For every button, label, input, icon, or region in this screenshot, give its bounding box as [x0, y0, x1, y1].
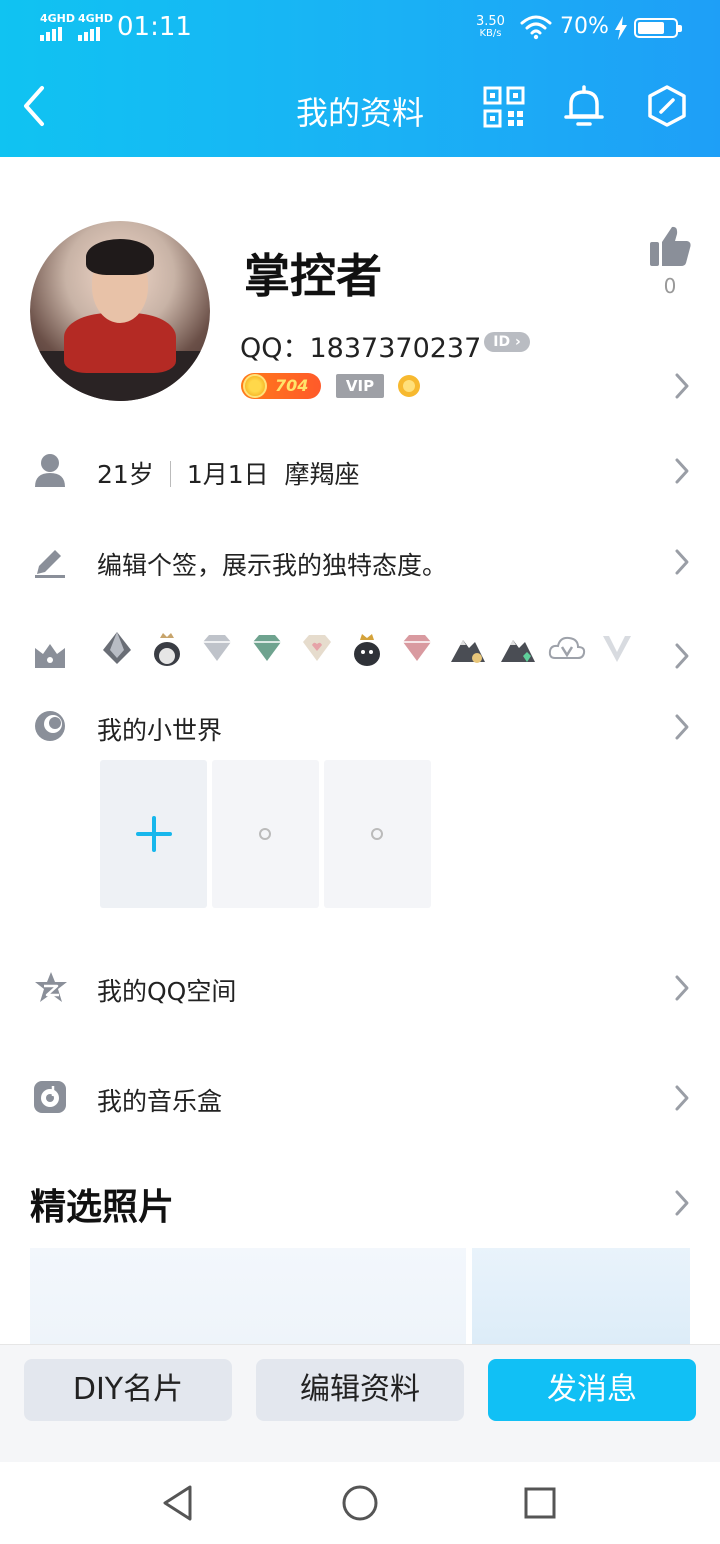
thumbs-up-icon[interactable] [648, 224, 692, 268]
status-time: 01:11 [117, 12, 192, 42]
app-header: 4GHD 4GHD 01:11 3.50 KB/s 70% 我的资料 [0, 0, 720, 157]
nav-bar: 我的资料 [0, 58, 720, 157]
v-wing-badge-icon [603, 636, 631, 662]
sun-badge-icon[interactable] [396, 373, 422, 399]
diamond-pink-icon [403, 635, 431, 661]
birthday-text: 1月1日 [186, 460, 269, 489]
qzone-chevron-icon[interactable] [674, 974, 690, 1002]
system-nav-bar [0, 1462, 720, 1544]
music-box-icon [34, 1081, 66, 1113]
nickname: 掌控者 [244, 249, 382, 303]
penguin-crown-badge-icon [154, 633, 180, 666]
loading-icon [371, 828, 383, 840]
vip-badge[interactable]: VIP [336, 374, 384, 398]
speed-unit: KB/s [479, 28, 502, 39]
featured-photo[interactable] [30, 1248, 466, 1348]
signature-chevron-icon[interactable] [674, 548, 690, 576]
signal-indicator-2: 4GHD [78, 12, 114, 41]
edit-profile-button[interactable]: 编辑资料 [256, 1359, 464, 1421]
bell-icon[interactable] [563, 84, 605, 128]
level-number: 704 [275, 376, 309, 395]
age-text: 21岁 [97, 460, 154, 489]
featured-photo[interactable] [472, 1248, 690, 1348]
crown-icon [35, 644, 65, 668]
mountain-badge-icon [451, 640, 485, 663]
nav-recents-icon[interactable] [523, 1486, 557, 1520]
coin-icon [243, 374, 267, 398]
small-world-row[interactable]: 我的小世界 [97, 711, 222, 747]
loading-icon [259, 828, 271, 840]
small-world-tiles [100, 760, 431, 908]
diamond-green-icon [253, 635, 281, 661]
small-world-icon [35, 711, 65, 741]
qr-code-icon[interactable] [483, 86, 525, 128]
signal-bars-icon [40, 27, 75, 41]
level-badge[interactable]: 704 [241, 373, 321, 399]
cloud-v-badge-icon [548, 636, 586, 659]
divider [169, 461, 171, 487]
signal-label: 4GHD [40, 12, 76, 25]
small-world-post[interactable] [212, 760, 319, 908]
wifi-icon [520, 15, 552, 40]
diy-card-button[interactable]: DIY名片 [24, 1359, 232, 1421]
qq-number: QQ：1837370237 [240, 333, 482, 364]
qzone-row[interactable]: 我的QQ空间 [97, 972, 236, 1008]
diamond-heart-icon [303, 635, 331, 661]
nav-back-icon[interactable] [160, 1484, 196, 1522]
qzone-star-icon [35, 972, 67, 1002]
signal-bars-icon [78, 27, 113, 41]
send-message-button[interactable]: 发消息 [488, 1359, 696, 1421]
avatar[interactable] [30, 221, 210, 401]
music-box-row[interactable]: 我的音乐盒 [97, 1082, 222, 1118]
hexagon-icon[interactable] [646, 84, 688, 128]
personal-info-row[interactable]: 21岁 1月1日 摩羯座 [97, 455, 360, 491]
status-bar: 4GHD 4GHD 01:11 3.50 KB/s 70% [0, 0, 720, 58]
network-speed: 3.50 KB/s [476, 14, 505, 40]
small-world-post[interactable] [324, 760, 431, 908]
constellation-text: 摩羯座 [284, 460, 360, 489]
mountain-diamond-badge-icon [501, 640, 535, 662]
bottom-action-bar: DIY名片 编辑资料 发消息 [0, 1344, 720, 1462]
signal-label: 4GHD [78, 12, 114, 25]
small-world-chevron-icon[interactable] [674, 713, 690, 741]
battery-percent: 70% [560, 14, 609, 39]
nav-home-icon[interactable] [341, 1484, 379, 1522]
id-badge-label: ID [493, 334, 511, 350]
featured-photos-chevron-icon[interactable] [674, 1189, 690, 1217]
music-box-chevron-icon[interactable] [674, 1084, 690, 1112]
signature-row[interactable]: 编辑个签，展示我的独特态度。 [97, 546, 447, 582]
personal-info-chevron-icon[interactable] [674, 457, 690, 485]
person-icon [35, 454, 65, 487]
signal-indicator-1: 4GHD [40, 12, 76, 41]
page-title: 我的资料 [295, 94, 424, 132]
profile-chevron-right-icon[interactable] [674, 372, 690, 400]
featured-photos-title: 精选照片 [30, 1187, 175, 1228]
badges-chevron-icon[interactable] [674, 642, 690, 670]
speed-value: 3.50 [476, 14, 505, 29]
badge-list[interactable] [97, 628, 637, 668]
id-badge[interactable]: ID › [484, 332, 530, 352]
charging-bolt-icon [615, 16, 627, 40]
penguin-king-badge-icon [354, 634, 380, 666]
add-post-button[interactable] [100, 760, 207, 908]
diamond-silver-icon [203, 635, 231, 661]
like-count: 0 [663, 274, 677, 298]
battery-icon [634, 18, 682, 38]
penguin-silver-badge-icon [103, 632, 131, 664]
pencil-icon [35, 550, 65, 578]
